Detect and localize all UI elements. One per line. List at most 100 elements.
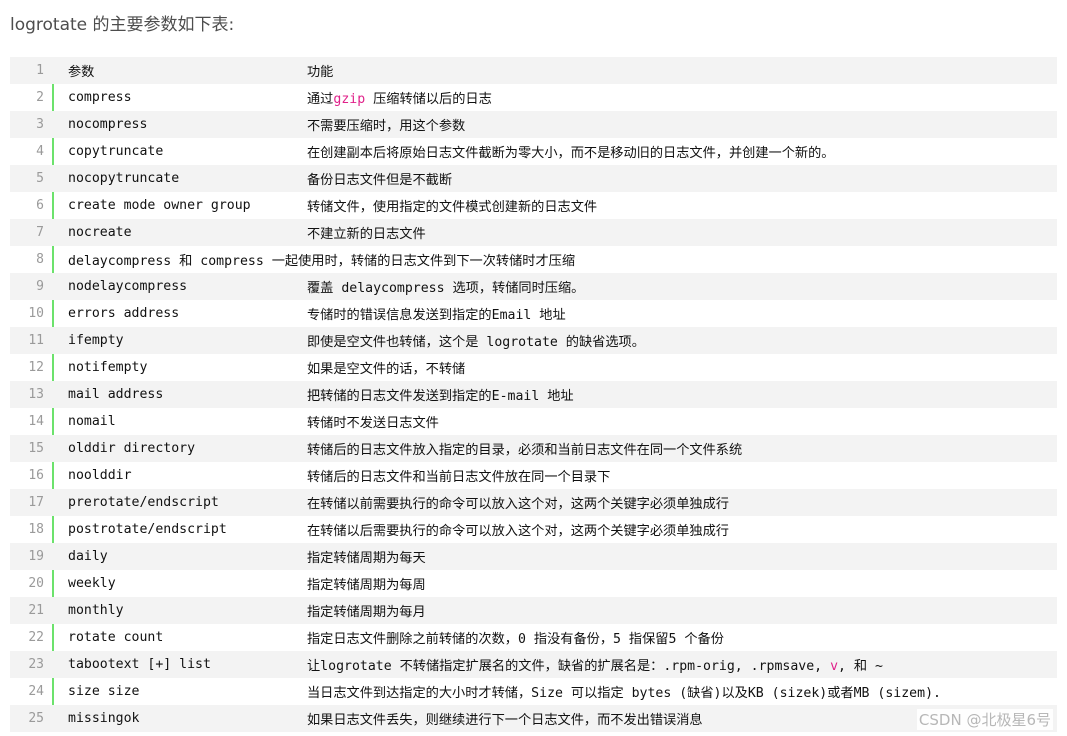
param-description: 功能 bbox=[307, 65, 334, 80]
table-row: 12 notifempty 如果是空文件的话，不转储 bbox=[10, 354, 1057, 381]
param-name: postrotate/endscript bbox=[68, 522, 227, 537]
param-description: 指定转储周期为每天 bbox=[307, 551, 426, 566]
param-name: create mode owner group bbox=[68, 198, 251, 213]
table-row: 13 mail address 把转储的日志文件发送到指定的E-mail 地址 bbox=[10, 381, 1057, 408]
intro-text: logrotate 的主要参数如下表: bbox=[10, 15, 235, 35]
param-name: ifempty bbox=[68, 333, 124, 348]
line-number: 18 bbox=[28, 522, 44, 537]
table-row: 19 daily 指定转储周期为每天 bbox=[10, 543, 1057, 570]
line-number: 19 bbox=[28, 549, 44, 564]
table-row: 22 rotate count 指定日志文件删除之前转储的次数，0 指没有备份，5 … bbox=[10, 624, 1057, 651]
table-row: 10 errors address 专储时的错误信息发送到指定的Email 地址 bbox=[10, 300, 1057, 327]
param-name: olddir directory bbox=[68, 441, 196, 456]
line-number: 3 bbox=[36, 117, 44, 132]
param-name: noolddir bbox=[68, 468, 132, 483]
param-name: nodelaycompress bbox=[68, 279, 188, 294]
param-description: 备份日志文件但是不截断 bbox=[307, 173, 453, 188]
highlighted-keyword: v bbox=[830, 659, 839, 674]
line-number: 15 bbox=[28, 441, 44, 456]
row-text: delaycompress 和 compress 一起使用时，转储的日志文件到下… bbox=[68, 254, 576, 269]
line-number: 12 bbox=[28, 360, 44, 375]
param-description: 转储后的日志文件放入指定的目录，必须和当前日志文件在同一个文件系统 bbox=[307, 443, 743, 458]
description-text: 通过 bbox=[307, 92, 334, 107]
description-text: 让logrotate 不转储指定扩展名的文件，缺省的扩展名是：.rpm-orig… bbox=[307, 659, 831, 674]
param-name: nocreate bbox=[68, 225, 132, 240]
param-name: rotate count bbox=[68, 630, 164, 645]
param-description: 让logrotate 不转储指定扩展名的文件，缺省的扩展名是：.rpm-orig… bbox=[307, 655, 883, 674]
line-number: 5 bbox=[36, 171, 44, 186]
table-row: 11 ifempty 即使是空文件也转储，这个是 logrotate 的缺省选项。 bbox=[10, 327, 1057, 354]
param-description: 覆盖 delaycompress 选项，转储同时压缩。 bbox=[307, 281, 585, 296]
line-number: 6 bbox=[36, 198, 44, 213]
table-row: 14 nomail 转储时不发送日志文件 bbox=[10, 408, 1057, 435]
line-number: 24 bbox=[28, 684, 44, 699]
table-row: 16 noolddir 转储后的日志文件和当前日志文件放在同一个目录下 bbox=[10, 462, 1057, 489]
param-description: 专储时的错误信息发送到指定的Email 地址 bbox=[307, 308, 566, 323]
table-row: 25 missingok 如果日志文件丢失，则继续进行下一个日志文件，而不发出错误消… bbox=[10, 705, 1057, 732]
highlighted-keyword: gzip bbox=[333, 92, 366, 107]
param-description: 转储文件，使用指定的文件模式创建新的日志文件 bbox=[307, 200, 598, 215]
param-description: 把转储的日志文件发送到指定的E-mail 地址 bbox=[307, 389, 574, 404]
description-text: , 和 ~ bbox=[838, 659, 883, 674]
param-description: 指定转储周期为每月 bbox=[307, 605, 426, 620]
param-name: nocopytruncate bbox=[68, 171, 180, 186]
watermark: CSDN @北极星6号 bbox=[916, 709, 1053, 730]
line-number: 1 bbox=[36, 63, 44, 78]
table-row: 20 weekly 指定转储周期为每周 bbox=[10, 570, 1057, 597]
param-description: 通过gzip 压缩转储以后的日志 bbox=[307, 88, 492, 107]
param-name: errors address bbox=[68, 306, 180, 321]
table-row: 24 size size 当日志文件到达指定的大小时才转储，Size 可以指定 by… bbox=[10, 678, 1057, 705]
table-row: 7 nocreate 不建立新的日志文件 bbox=[10, 219, 1057, 246]
param-description: 不需要压缩时，用这个参数 bbox=[307, 119, 466, 134]
param-name: nomail bbox=[68, 414, 116, 429]
param-description: 在转储以后需要执行的命令可以放入这个对，这两个关键字必须单独成行 bbox=[307, 524, 729, 539]
param-name: weekly bbox=[68, 576, 116, 591]
line-number: 21 bbox=[28, 603, 44, 618]
param-name: copytruncate bbox=[68, 144, 164, 159]
param-description: 不建立新的日志文件 bbox=[307, 227, 426, 242]
table-row: 4 copytruncate 在创建副本后将原始日志文件截断为零大小，而不是移动旧的… bbox=[10, 138, 1057, 165]
param-name: notifempty bbox=[68, 360, 148, 375]
param-description: 即使是空文件也转储，这个是 logrotate 的缺省选项。 bbox=[307, 335, 645, 350]
line-number: 25 bbox=[28, 711, 44, 726]
param-description: 指定日志文件删除之前转储的次数，0 指没有备份，5 指保留5 个备份 bbox=[307, 632, 724, 647]
line-number: 7 bbox=[36, 225, 44, 240]
line-number: 2 bbox=[36, 90, 44, 105]
param-description: 如果是空文件的话，不转储 bbox=[307, 362, 466, 377]
param-description: 如果日志文件丢失，则继续进行下一个日志文件，而不发出错误消息 bbox=[307, 713, 703, 728]
line-number: 10 bbox=[28, 306, 44, 321]
param-name: tabootext [+] list bbox=[68, 657, 211, 672]
param-description: 在创建副本后将原始日志文件截断为零大小，而不是移动旧的日志文件，并创建一个新的。 bbox=[307, 146, 835, 161]
param-description: 在转储以前需要执行的命令可以放入这个对，这两个关键字必须单独成行 bbox=[307, 497, 729, 512]
param-description: 转储后的日志文件和当前日志文件放在同一个目录下 bbox=[307, 470, 611, 485]
line-number: 17 bbox=[28, 495, 44, 510]
line-number: 9 bbox=[36, 279, 44, 294]
table-row: 8 delaycompress 和 compress 一起使用时，转储的日志文件到… bbox=[10, 246, 1057, 273]
param-name: 参数 bbox=[68, 65, 95, 80]
table-row: 5 nocopytruncate 备份日志文件但是不截断 bbox=[10, 165, 1057, 192]
table-row: 9 nodelaycompress 覆盖 delaycompress 选项，转储同时… bbox=[10, 273, 1057, 300]
line-number: 13 bbox=[28, 387, 44, 402]
line-number: 16 bbox=[28, 468, 44, 483]
table-row: 23 tabootext [+] list 让logrotate 不转储指定扩展名的… bbox=[10, 651, 1057, 678]
table-row: 18 postrotate/endscript 在转储以后需要执行的命令可以放入这个… bbox=[10, 516, 1057, 543]
table-row: 2 compress 通过gzip 压缩转储以后的日志 bbox=[10, 84, 1057, 111]
param-description: 当日志文件到达指定的大小时才转储，Size 可以指定 bytes (缺省)以及K… bbox=[307, 686, 941, 701]
param-name: mail address bbox=[68, 387, 164, 402]
param-name: size size bbox=[68, 684, 140, 699]
table-row: 6 create mode owner group 转储文件，使用指定的文件模式创建… bbox=[10, 192, 1057, 219]
table-row: 3 nocompress 不需要压缩时，用这个参数 bbox=[10, 111, 1057, 138]
code-table: 1 参数 功能 2 compress 通过gzip 压缩转储以后的日志 3 nocompres… bbox=[10, 57, 1057, 732]
line-number: 23 bbox=[28, 657, 44, 672]
line-number: 8 bbox=[36, 252, 44, 267]
table-row: 17 prerotate/endscript 在转储以前需要执行的命令可以放入这个对… bbox=[10, 489, 1057, 516]
line-number: 20 bbox=[28, 576, 44, 591]
table-row: 1 参数 功能 bbox=[10, 57, 1057, 84]
table-row: 21 monthly 指定转储周期为每月 bbox=[10, 597, 1057, 624]
line-number: 14 bbox=[28, 414, 44, 429]
param-name: daily bbox=[68, 549, 108, 564]
param-name: monthly bbox=[68, 603, 124, 618]
param-name: missingok bbox=[68, 711, 140, 726]
line-number: 11 bbox=[28, 333, 44, 348]
table-row: 15 olddir directory 转储后的日志文件放入指定的目录，必须和当前日… bbox=[10, 435, 1057, 462]
